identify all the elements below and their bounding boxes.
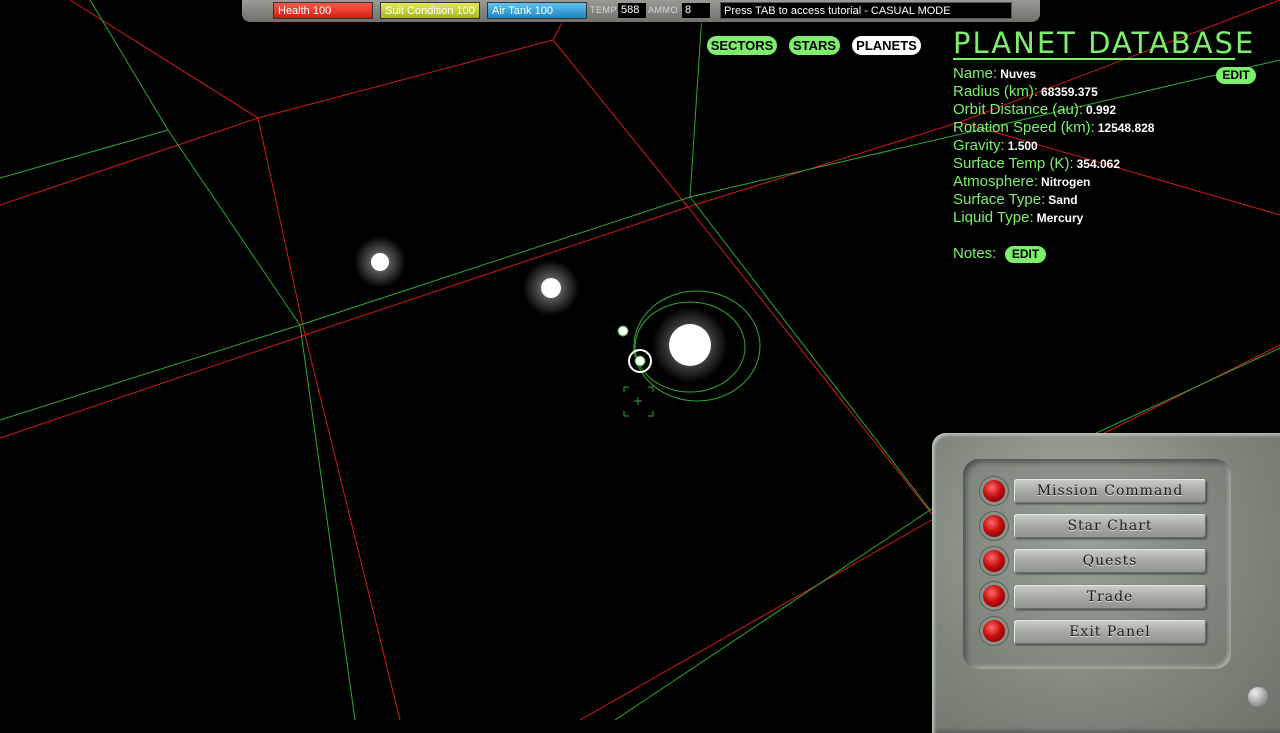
star-marker[interactable] xyxy=(371,253,389,271)
quests-button[interactable]: Quests xyxy=(1014,549,1206,573)
tab-sectors[interactable]: SECTORS xyxy=(707,36,777,55)
field-radius: Radius (km): 68359.375 xyxy=(953,83,1098,100)
field-gravity: Gravity: 1.500 xyxy=(953,137,1038,154)
air-tank-bar: Air Tank 100 xyxy=(487,2,587,19)
ammo-label: AMMO xyxy=(648,5,678,15)
exit-panel-button[interactable]: Exit Panel xyxy=(1014,620,1206,644)
tab-stars[interactable]: STARS xyxy=(789,36,840,55)
indicator-light xyxy=(983,585,1005,607)
database-title: PLANET DATABASE xyxy=(953,26,1256,60)
status-hud: Health 100 Suit Condition 100 Air Tank 1… xyxy=(242,0,1040,22)
target-reticle xyxy=(623,386,654,417)
field-liquid-type: Liquid Type: Mercury xyxy=(953,209,1084,226)
indicator-light xyxy=(983,515,1005,537)
message-bar: Press TAB to access tutorial - CASUAL MO… xyxy=(720,2,1012,19)
indicator-light xyxy=(983,620,1005,642)
temp-value: 588 xyxy=(618,3,646,18)
title-underline xyxy=(953,58,1235,60)
indicator-light xyxy=(983,550,1005,572)
field-name: Name: Nuves xyxy=(953,65,1037,82)
planet-marker-selected[interactable] xyxy=(634,355,646,367)
field-surface-temp: Surface Temp (K): 354.062 xyxy=(953,155,1120,172)
field-rotation-speed: Rotation Speed (km): 12548.828 xyxy=(953,119,1155,136)
planet-marker[interactable] xyxy=(617,325,629,337)
suit-condition-bar: Suit Condition 100 xyxy=(380,2,480,19)
field-atmosphere: Atmosphere: Nitrogen xyxy=(953,173,1091,190)
planet-fields: Name: Nuves Radius (km): 68359.375 Orbit D… xyxy=(953,65,1154,227)
notes-label: Notes: xyxy=(953,245,997,262)
tab-planets[interactable]: PLANETS xyxy=(852,36,921,55)
trade-button[interactable]: Trade xyxy=(1014,585,1206,609)
edit-notes-button[interactable]: EDIT xyxy=(1005,246,1046,263)
star-chart-button[interactable]: Star Chart xyxy=(1014,514,1206,538)
indicator-light xyxy=(983,480,1005,502)
sun[interactable] xyxy=(669,324,711,366)
mission-command-button[interactable]: Mission Command xyxy=(1014,479,1206,503)
ammo-value: 8 xyxy=(682,3,710,18)
field-surface-type: Surface Type: Sand xyxy=(953,191,1078,208)
health-bar: Health 100 xyxy=(273,2,373,19)
control-panel-inset: Mission Command Star Chart Quests Trade … xyxy=(963,459,1231,669)
edit-planet-button[interactable]: EDIT xyxy=(1216,67,1256,84)
field-orbit-distance: Orbit Distance (au): 0.992 xyxy=(953,101,1117,118)
knob-icon[interactable] xyxy=(1248,687,1268,707)
control-panel: Mission Command Star Chart Quests Trade … xyxy=(932,433,1280,733)
star-marker[interactable] xyxy=(541,278,561,298)
temp-label: TEMP xyxy=(590,5,618,15)
